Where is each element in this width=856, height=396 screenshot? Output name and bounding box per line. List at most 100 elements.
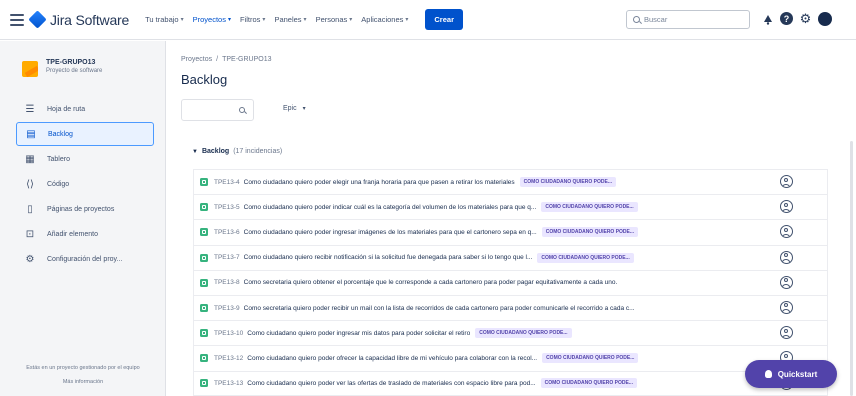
help-icon[interactable]: ?	[780, 12, 793, 25]
breadcrumb-projects[interactable]: Proyectos	[181, 56, 212, 63]
backlog-section-header[interactable]: ▼ Backlog (17 incidencias)	[192, 148, 282, 155]
app-switcher-icon[interactable]	[10, 13, 24, 26]
issue-row[interactable]: TPE13-9 Como secretaria quiero poder rec…	[193, 294, 828, 321]
issue-key[interactable]: TPE13-7	[214, 254, 240, 261]
chevron-down-icon: ▾	[349, 17, 353, 23]
issue-key[interactable]: TPE13-6	[214, 229, 240, 236]
gear-icon[interactable]: ⚙	[798, 11, 813, 26]
issue-key[interactable]: TPE13-12	[214, 355, 243, 362]
story-icon	[200, 354, 208, 363]
issue-key[interactable]: TPE13-4	[214, 179, 240, 186]
nav-item-label: Paneles	[274, 15, 302, 24]
issue-summary: Como secretaria quiero poder recibir un …	[243, 304, 635, 312]
notifications-icon[interactable]	[760, 11, 775, 26]
issue-summary: Como secretaria quiero obtener el porcen…	[243, 279, 618, 287]
sidebar-item-label: Tablero	[47, 155, 70, 163]
sidebar-item-label: Configuración del proy...	[47, 255, 123, 263]
sidebar-item-backlog[interactable]: ▤ Backlog	[16, 122, 154, 146]
add-item-icon: ⊡	[25, 228, 35, 240]
story-icon	[200, 304, 208, 313]
jira-logo[interactable]: Jira Software	[28, 10, 130, 29]
nav-item-proyectos[interactable]: Proyectos ▾	[193, 15, 231, 24]
team-managed-note: Estás en un proyecto gestionado por el e…	[26, 365, 140, 371]
nav-item-paneles[interactable]: Paneles ▾	[274, 15, 306, 24]
assignee-avatar-icon[interactable]	[780, 300, 793, 314]
issue-row[interactable]: TPE13-7 Como ciudadano quiero recibir no…	[193, 244, 828, 270]
story-icon	[200, 329, 208, 338]
epic-filter-label: Epic	[283, 105, 297, 112]
backlog-label: Backlog	[201, 148, 230, 155]
sidebar-item-label: Añadir elemento	[47, 230, 98, 238]
main-content: Proyectos / TPE-GRUPO13 Backlog Epic ▾ ▼ B…	[166, 41, 856, 396]
issue-key[interactable]: TPE13-9	[214, 305, 240, 312]
epic-lozenge: COMO CIUDADANO QUIERO PODE...	[519, 177, 616, 188]
issue-summary: Como ciudadano quiero poder ofrecer la c…	[247, 354, 538, 362]
story-icon	[200, 178, 208, 187]
breadcrumb-separator: /	[216, 56, 219, 63]
assignee-avatar-icon[interactable]	[780, 175, 793, 188]
sidebar-item-add-item[interactable]: ⊡ Añadir elemento	[16, 222, 154, 246]
user-avatar[interactable]	[818, 11, 832, 26]
chevron-down-icon: ▾	[227, 17, 231, 23]
issue-summary: Como ciudadano quiero poder elegir una f…	[243, 178, 515, 186]
assignee-avatar-icon[interactable]	[780, 200, 793, 214]
backlog-search-input[interactable]	[181, 99, 254, 121]
quickstart-button[interactable]: Quickstart	[745, 360, 837, 388]
sidebar-item-board[interactable]: ▦ Tablero	[16, 147, 154, 171]
nav-item-tu-trabajo[interactable]: Tu trabajo ▾	[145, 15, 184, 24]
issue-row[interactable]: TPE13-5 Como ciudadano quiero poder indi…	[193, 194, 828, 220]
search-icon	[633, 16, 640, 23]
assignee-avatar-icon[interactable]	[780, 250, 793, 264]
nav-item-filtros[interactable]: Filtros ▾	[240, 15, 265, 24]
issue-row[interactable]: TPE13-12 Como ciudadano quiero poder ofr…	[193, 345, 828, 371]
board-icon: ▦	[25, 153, 35, 165]
issue-key[interactable]: TPE13-8	[214, 279, 240, 286]
issue-row[interactable]: TPE13-6 Como ciudadano quiero poder ingr…	[193, 219, 828, 245]
nav-item-label: Proyectos	[192, 15, 226, 24]
chevron-down-icon: ▼	[192, 148, 198, 155]
issue-count: (17 incidencias)	[233, 148, 283, 155]
create-button[interactable]: Crear	[425, 9, 463, 30]
breadcrumb: Proyectos / TPE-GRUPO13	[181, 56, 271, 63]
scrollbar[interactable]	[850, 141, 853, 396]
story-icon	[200, 278, 208, 287]
app-name: Jira Software	[50, 11, 130, 28]
sidebar-item-code[interactable]: ⟨⟩ Código	[16, 172, 154, 196]
epic-filter-dropdown[interactable]: Epic ▾	[283, 105, 306, 112]
assignee-avatar-icon[interactable]	[780, 225, 793, 239]
issue-row[interactable]: TPE13-8 Como secretaria quiero obtener e…	[193, 269, 828, 295]
assignee-avatar-icon[interactable]	[780, 326, 793, 340]
epic-lozenge: COMO CIUDADANO QUIERO PODE...	[542, 353, 639, 364]
search-input[interactable]: Buscar	[626, 10, 750, 29]
more-info-link[interactable]: Más información	[0, 378, 166, 386]
nav-item-personas[interactable]: Personas ▾	[316, 15, 353, 24]
top-navigation: Jira Software Tu trabajo ▾ Proyectos ▾ Fil…	[0, 0, 856, 40]
sidebar-footer: Estás en un proyecto gestionado por el e…	[0, 364, 166, 386]
sidebar-item-label: Hoja de ruta	[47, 105, 86, 113]
breadcrumb-project[interactable]: TPE-GRUPO13	[222, 56, 271, 63]
project-header[interactable]: TPE-GRUPO13 Proyecto de software	[0, 41, 165, 77]
search-icon	[239, 107, 245, 113]
chevron-down-icon: ▾	[180, 17, 184, 23]
search-placeholder: Buscar	[644, 15, 668, 24]
issue-key[interactable]: TPE13-13	[214, 380, 243, 387]
project-type: Proyecto de software	[46, 68, 103, 74]
issue-key[interactable]: TPE13-10	[214, 330, 243, 337]
issue-key[interactable]: TPE13-5	[214, 204, 240, 211]
issue-row[interactable]: TPE13-4 Como ciudadano quiero poder eleg…	[193, 169, 828, 195]
sidebar-item-roadmap[interactable]: ☰ Hoja de ruta	[16, 97, 154, 121]
sidebar-item-label: Backlog	[48, 130, 73, 138]
nav-item-aplicaciones[interactable]: Aplicaciones ▾	[361, 15, 408, 24]
epic-lozenge: COMO CIUDADANO QUIERO PODE...	[540, 378, 637, 389]
issue-row[interactable]: TPE13-13 Como ciudadano quiero poder ver…	[193, 370, 828, 396]
sidebar-item-project-pages[interactable]: ▯ Páginas de proyectos	[16, 197, 154, 221]
project-name: TPE-GRUPO13	[46, 59, 96, 66]
quickstart-label: Quickstart	[777, 369, 818, 379]
pages-icon: ▯	[27, 203, 33, 215]
sidebar-nav: ☰ Hoja de ruta ▤ Backlog ▦ Tablero ⟨⟩ Có…	[0, 97, 165, 271]
issue-row[interactable]: TPE13-10 Como ciudadano quiero poder ing…	[193, 320, 828, 346]
assignee-avatar-icon[interactable]	[780, 275, 793, 289]
jira-logo-icon	[28, 10, 47, 29]
story-icon	[200, 228, 208, 237]
sidebar-item-settings[interactable]: ⚙ Configuración del proy...	[16, 247, 154, 271]
